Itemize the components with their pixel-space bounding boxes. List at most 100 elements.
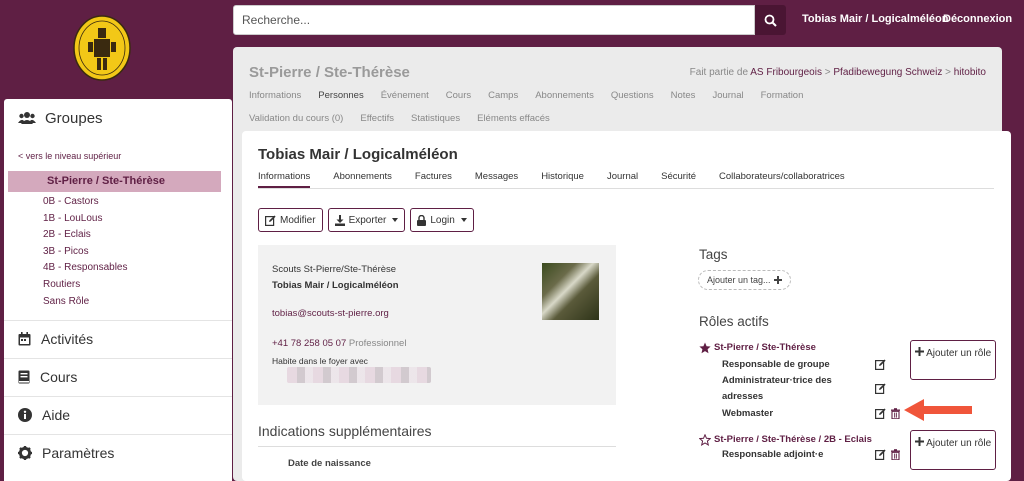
annotation-arrow-icon: [904, 399, 972, 421]
tab-evenement[interactable]: Événement: [381, 90, 429, 101]
tab-questions[interactable]: Questions: [611, 90, 654, 101]
breadcrumb-link[interactable]: AS Fribourgeois: [750, 67, 822, 78]
tab-abonnements[interactable]: Abonnements: [333, 171, 392, 188]
email-link[interactable]: tobias@scouts-st-pierre.org: [272, 308, 389, 319]
sidebar-item-label: Paramètres: [42, 445, 115, 461]
role-group-link[interactable]: St-Pierre / Ste-Thérèse / 2B - Eclais: [714, 434, 872, 445]
login-dropdown[interactable]: Login: [410, 208, 474, 232]
sidebar-item-courses[interactable]: Cours: [4, 358, 232, 395]
tab-securite[interactable]: Sécurité: [661, 171, 696, 188]
tab-collaborators[interactable]: Collaborateurs/collaboratrices: [719, 171, 845, 188]
tab-camps[interactable]: Camps: [488, 90, 518, 101]
subgroup-link[interactable]: 0B - Castors: [43, 194, 128, 211]
sidebar-groups-label: Groupes: [45, 109, 103, 127]
sidebar-item-label: Aide: [42, 407, 71, 423]
tab-factures[interactable]: Factures: [415, 171, 452, 188]
edit-icon[interactable]: [875, 359, 886, 370]
subgroup-link[interactable]: Routiers: [43, 277, 128, 294]
search-icon: [764, 14, 777, 27]
plus-icon: [914, 347, 924, 356]
subgroup-link[interactable]: 1B - LouLous: [43, 211, 128, 228]
logout-link[interactable]: Déconnexion: [943, 13, 1012, 25]
search-input[interactable]: [233, 5, 755, 35]
search-bar: [233, 5, 786, 35]
phone-link[interactable]: +41 78 258 05 07: [272, 338, 346, 349]
group-title: St-Pierre / Ste-Thérèse: [249, 64, 410, 81]
star-outline-icon[interactable]: [699, 434, 711, 446]
edit-button[interactable]: Modifier: [258, 208, 323, 232]
contact-panel: Scouts St-Pierre/Ste-Thérèse Tobias Mair…: [258, 245, 616, 405]
tab-cours[interactable]: Cours: [446, 90, 471, 101]
star-filled-icon: [699, 342, 711, 354]
calendar-icon: [18, 332, 31, 346]
tab-informations[interactable]: Informations: [258, 171, 311, 188]
subgroup-list: 0B - Castors 1B - LouLous 2B - Eclais 3B…: [43, 194, 128, 310]
export-dropdown[interactable]: Exporter: [327, 208, 406, 232]
sidebar-item-help[interactable]: Aide: [4, 396, 232, 433]
subgroup-link[interactable]: 4B - Responsables: [43, 260, 128, 277]
tab-notes[interactable]: Notes: [671, 90, 696, 101]
role-item: Administrateur·trice des adresses: [722, 375, 832, 402]
tab-personnes[interactable]: Personnes: [318, 90, 363, 101]
breadcrumb-link[interactable]: hitobito: [954, 67, 986, 78]
current-user-link[interactable]: Tobias Mair / Logicalméléon: [802, 13, 949, 25]
breadcrumb-link[interactable]: Pfadibewegung Schweiz: [833, 67, 942, 78]
tab-effectifs[interactable]: Effectifs: [360, 113, 394, 124]
group-tabs-row2: Validation du cours (0) Effectifs Statis…: [249, 113, 567, 124]
subgroup-link[interactable]: Sans Rôle: [43, 294, 128, 311]
person-card: Tobias Mair / Logicalméléon Informations…: [242, 131, 1011, 481]
add-role-button[interactable]: Ajouter un rôle: [910, 340, 996, 380]
sidebar: Groupes < vers le niveau supérieur St-Pi…: [4, 99, 232, 481]
login-button-label: Login: [430, 214, 455, 226]
gear-icon: [18, 446, 32, 460]
chevron-down-icon: [392, 218, 399, 222]
org-name: Scouts St-Pierre/Ste-Thérèse: [272, 264, 397, 275]
add-tag-label: Ajouter un tag...: [707, 275, 771, 285]
edit-icon: [265, 215, 276, 226]
tab-deleted-items[interactable]: Eléments effacés: [477, 113, 550, 124]
household-label: Habite dans le foyer avec: [272, 356, 368, 366]
sidebar-item-activities[interactable]: Activités: [4, 320, 232, 357]
edit-icon[interactable]: [875, 383, 886, 394]
profile-photo: [542, 263, 599, 320]
tab-informations[interactable]: Informations: [249, 90, 301, 101]
add-role-button[interactable]: Ajouter un rôle: [910, 430, 996, 470]
tab-messages[interactable]: Messages: [475, 171, 518, 188]
tab-abonnements[interactable]: Abonnements: [535, 90, 594, 101]
edit-icon[interactable]: [875, 449, 886, 460]
tab-journal[interactable]: Journal: [607, 171, 638, 188]
additional-info-title: Indications supplémentaires: [258, 423, 432, 439]
organization-logo[interactable]: [72, 14, 132, 82]
tab-statistiques[interactable]: Statistiques: [411, 113, 460, 124]
tab-validation[interactable]: Validation du cours (0): [249, 113, 343, 124]
tab-historique[interactable]: Historique: [541, 171, 584, 188]
person-title: Tobias Mair / Logicalméléon: [258, 146, 458, 163]
phone-type: Professionnel: [348, 338, 407, 349]
breadcrumb-prefix: Fait partie de: [689, 67, 749, 78]
breadcrumb-separator: >: [824, 67, 831, 78]
users-icon: [18, 112, 36, 124]
person-tabs: Informations Abonnements Factures Messag…: [258, 171, 994, 189]
sidebar-item-settings[interactable]: Paramètres: [4, 434, 232, 471]
trash-icon[interactable]: [890, 449, 901, 460]
sidebar-item-label: Cours: [40, 369, 78, 385]
trash-icon[interactable]: [890, 408, 901, 419]
birthdate-label: Date de naissance: [288, 458, 371, 469]
add-tag-button[interactable]: Ajouter un tag...: [698, 270, 791, 290]
role-group-link[interactable]: St-Pierre / Ste-Thérèse: [714, 342, 816, 353]
role-item: Webmaster: [722, 408, 774, 419]
search-button[interactable]: [755, 5, 786, 35]
edit-icon[interactable]: [875, 408, 886, 419]
sidebar-groups-header[interactable]: Groupes: [4, 99, 232, 137]
edit-button-label: Modifier: [280, 214, 316, 226]
export-button-label: Exporter: [348, 214, 387, 226]
subgroup-link[interactable]: 2B - Eclais: [43, 227, 128, 244]
subgroup-link[interactable]: 3B - Picos: [43, 244, 128, 261]
tab-journal[interactable]: Journal: [712, 90, 743, 101]
group-tabs: Informations Personnes Événement Cours C…: [249, 90, 820, 101]
role-item: Responsable de groupe: [722, 359, 830, 370]
tab-formation[interactable]: Formation: [761, 90, 804, 101]
sidebar-current-group[interactable]: St-Pierre / Ste-Thérèse: [8, 171, 221, 192]
parent-level-link[interactable]: < vers le niveau supérieur: [4, 137, 232, 167]
active-roles-title: Rôles actifs: [699, 314, 769, 329]
